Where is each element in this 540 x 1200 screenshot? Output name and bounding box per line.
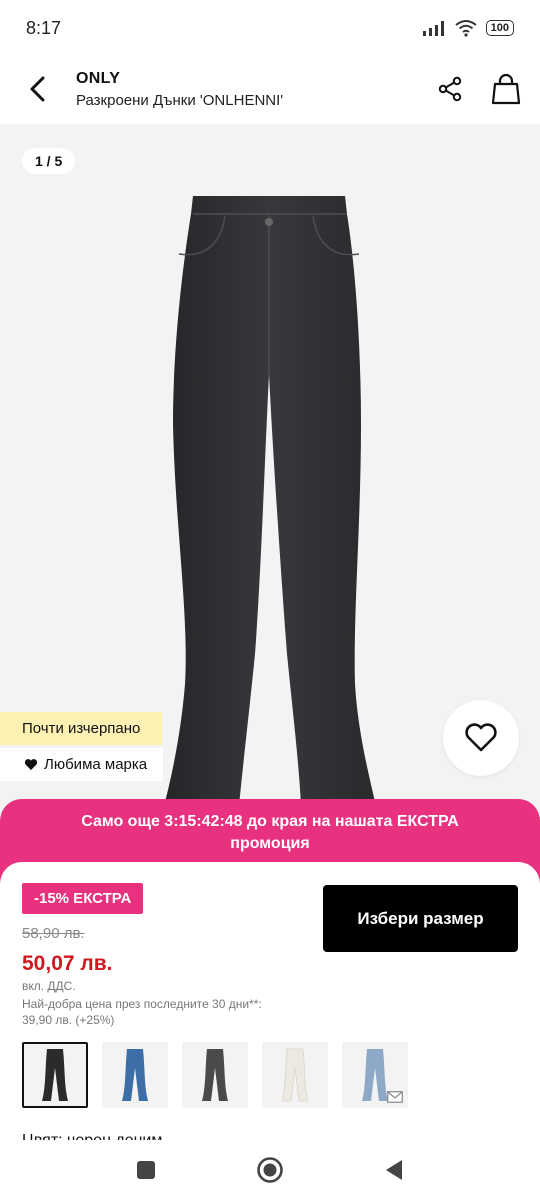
discount-badge: -15% ЕКСТРА	[22, 883, 144, 914]
product-image[interactable]	[165, 194, 375, 814]
battery-indicator: 100	[485, 20, 514, 36]
variant-image	[42, 1049, 68, 1101]
favorite-brand-label: Любима марка	[44, 756, 148, 773]
app-header: ONLY Разкроени Дънки 'ONLHENNI'	[0, 56, 540, 122]
wishlist-button[interactable]	[443, 700, 519, 776]
product-gallery[interactable]: 1 / 5 Почти изчерпано Любима марка	[0, 124, 540, 814]
variant-image	[362, 1049, 388, 1101]
shopping-bag-icon	[491, 73, 521, 105]
favorite-brand-badge: Любима марка	[0, 748, 164, 781]
promo-line-1: Само още 3:15:42:48 до края на нашата ЕК…	[81, 813, 459, 830]
vat-note: вкл. ДДС.	[22, 979, 76, 993]
product-title: Разкроени Дънки 'ONLHENNI'	[76, 91, 284, 109]
current-price: 50,07 лв.	[22, 952, 113, 975]
variant-image	[282, 1048, 308, 1102]
variant-thumb-blue[interactable]	[102, 1042, 168, 1108]
heart-icon	[465, 723, 497, 752]
cart-button[interactable]	[484, 67, 528, 111]
variant-thumb-black[interactable]	[22, 1042, 88, 1108]
status-time: 8:17	[26, 17, 62, 38]
system-nav-bar	[0, 1140, 540, 1200]
back-button[interactable]	[10, 61, 66, 117]
wifi-icon	[455, 20, 477, 37]
variant-thumb-white[interactable]	[262, 1042, 328, 1108]
promo-line-2: промоция	[230, 835, 310, 852]
signal-icon	[422, 21, 444, 36]
product-sheet: -15% ЕКСТРА 58,90 лв. 50,07 лв. вкл. ДДС…	[0, 862, 540, 1140]
mail-icon	[387, 1091, 403, 1103]
square-icon	[137, 1161, 155, 1179]
color-variants	[22, 1042, 408, 1108]
old-price: 58,90 лв.	[22, 925, 85, 942]
chevron-left-icon	[30, 76, 45, 102]
share-button[interactable]	[428, 67, 472, 111]
brand-name[interactable]: ONLY	[76, 70, 428, 88]
home-button[interactable]	[255, 1155, 285, 1185]
best-price-value: 39,90 лв. (+25%)	[22, 1013, 115, 1027]
best-price-note: Най-добра цена през последните 30 дни**:…	[22, 996, 322, 1028]
variant-image	[202, 1049, 228, 1101]
variant-thumb-dark-grey[interactable]	[182, 1042, 248, 1108]
low-stock-badge: Почти изчерпано	[0, 712, 163, 745]
image-counter: 1 / 5	[22, 148, 76, 174]
back-nav-button[interactable]	[379, 1155, 409, 1185]
recents-button[interactable]	[131, 1155, 161, 1185]
best-price-label: Най-добра цена през последните 30 дни**:	[22, 997, 262, 1011]
share-icon	[438, 76, 462, 102]
status-icons: 100	[422, 19, 514, 37]
circle-icon	[257, 1157, 283, 1183]
status-bar: 8:17 100	[0, 0, 540, 56]
select-size-button[interactable]: Избери размер	[323, 885, 518, 952]
color-label: Цвят: черен деним	[22, 1132, 162, 1140]
variant-image	[122, 1049, 148, 1101]
variant-thumb-light-blue[interactable]	[342, 1042, 408, 1108]
triangle-back-icon	[386, 1160, 402, 1180]
header-titles: ONLY Разкроени Дънки 'ONLHENNI'	[76, 70, 428, 109]
heart-filled-icon	[24, 759, 38, 770]
